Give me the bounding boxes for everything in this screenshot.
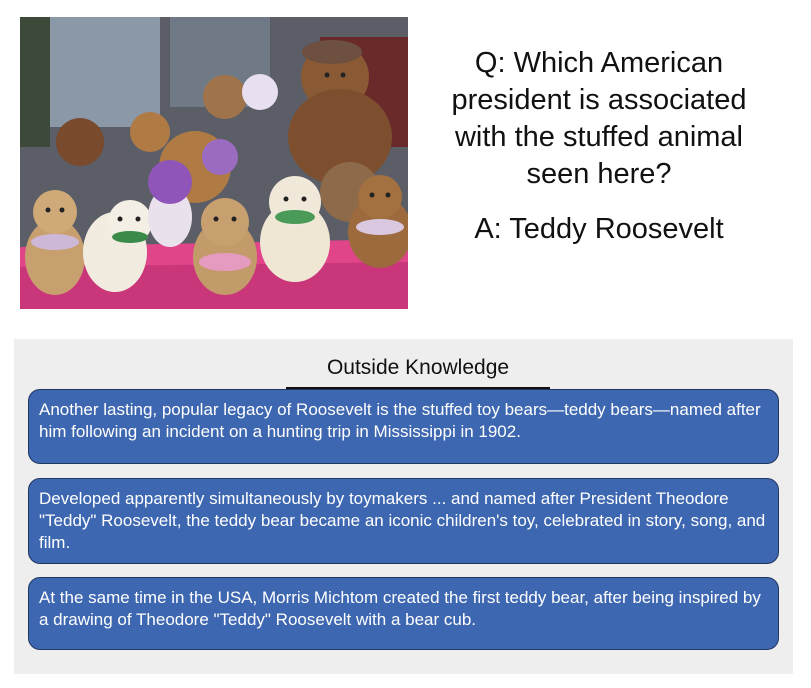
answer-text: A: Teddy Roosevelt: [474, 213, 724, 245]
qa-panel: Q: Which American president is associate…: [430, 45, 768, 248]
knowledge-fact-1: Another lasting, popular legacy of Roose…: [28, 389, 779, 464]
outside-knowledge-title: Outside Knowledge: [286, 351, 550, 389]
question-text: Q: Which American president is associate…: [451, 47, 747, 190]
outside-knowledge-panel: Outside Knowledge Another lasting, popul…: [14, 339, 793, 674]
knowledge-fact-2: Developed apparently simultaneously by t…: [28, 478, 779, 564]
teddy-bears-photo: [20, 17, 408, 309]
knowledge-fact-3: At the same time in the USA, Morris Mich…: [28, 577, 779, 650]
